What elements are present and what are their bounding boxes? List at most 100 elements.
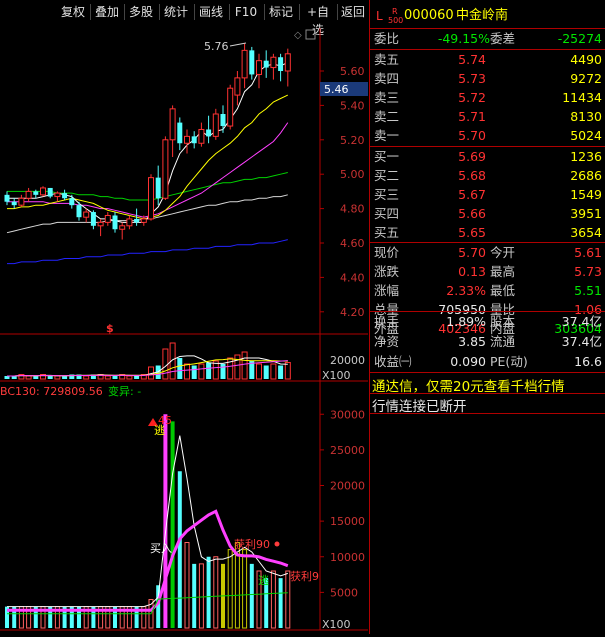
candle-body [234,77,241,96]
ann-profit-2: 获利9 [290,570,319,583]
toolbar-add-watchlist-button[interactable]: +自选 [301,3,335,37]
volume-bar [126,375,133,380]
candle-body [62,193,68,199]
quote-panel: L R 500 000060 中金岭南 委比 -49.15% 委差 -25274… [369,0,605,634]
buy-label: 买二 [374,168,400,183]
indicator-bar [270,570,276,629]
buy-row[interactable]: 买五 5.65 3654 [370,223,605,243]
sell-label: 卖五 [374,52,400,67]
stat2-label-2: 股本 [490,314,516,329]
stat-value: 0.13 [458,264,486,279]
signal-marker: $ [106,322,114,335]
stat-row: 现价 5.70 今开 5.61 [370,243,605,263]
sell-price: 5.74 [458,52,486,67]
stat2-value-2: 37.4亿 [561,314,602,329]
buy-price: 5.68 [458,168,486,183]
candle-body [90,212,96,226]
diamond-icon[interactable]: ◇ [294,30,302,41]
toolbar-mark-button[interactable]: 标记 [266,3,296,21]
volume-axis-tick: 20000 [330,354,365,367]
toolbar-back-button[interactable]: 返回 [339,3,367,21]
volume-ma-line [7,355,288,377]
price-tick-label: 4.80 [340,203,365,216]
price-tick-label: 5.00 [340,168,365,181]
indicator-tick-label: 30000 [330,408,365,421]
candle-body [177,122,183,144]
toolbar-f10-button[interactable]: F10 [231,3,261,21]
volume-bar [256,363,262,380]
mark-l: L [376,9,383,23]
candle-body [112,215,118,230]
volume-bar [134,376,140,379]
buy-volume: 3654 [570,225,602,240]
sell-volume: 5024 [570,128,602,143]
price-axis: 5.60 5.40 5.20 5.00 4.80 4.60 4.40 4.20 [320,65,365,319]
volume-bar [83,375,90,380]
candle-body [134,218,140,223]
sell-label: 卖二 [374,109,400,124]
toolbar-multistock-button[interactable]: 多股 [126,3,156,21]
volume-bar [47,376,53,379]
volume-bar [263,365,269,379]
kline-chart-svg[interactable]: ◇ 5.605.405.205.004.804.604.404.20 5.46 … [0,24,368,634]
sell-row[interactable]: 卖五 5.74 4490 [370,50,605,70]
indicator-tick-label: 5000 [330,586,358,599]
indicator-bar [170,421,175,628]
buy-row[interactable]: 买一 5.69 1236 [370,147,605,167]
sell-volume: 11434 [562,90,602,105]
weibi-label: 委比 [374,31,400,46]
sell-row[interactable]: 卖三 5.72 11434 [370,88,605,108]
price-tick-label: 4.60 [340,237,365,250]
stat2-value: 0.090 [450,354,486,369]
candle-body [278,57,284,71]
sell-price: 5.72 [458,90,486,105]
buy-row[interactable]: 买二 5.68 2686 [370,166,605,186]
toolbar-stats-button[interactable]: 统计 [161,3,191,21]
sell-row[interactable]: 卖四 5.73 9272 [370,69,605,89]
volume-unit: X100 [322,369,351,382]
moving-average-lines [6,61,289,265]
volume-bar [104,375,111,380]
candle-body [198,128,205,144]
stock-header: L R 500 000060 中金岭南 [370,6,605,26]
stat2-label-2: 流通 [490,334,516,349]
window-restore-icon[interactable] [305,29,316,40]
price-tick-label: 5.60 [340,65,365,78]
buy-row[interactable]: 买四 5.66 3951 [370,204,605,224]
volume-ma-line [7,360,288,377]
buy-volume: 1236 [570,149,602,164]
candle-body [220,114,226,127]
candle-body [256,60,262,75]
candle-body [83,211,90,218]
volume-bar [284,362,291,380]
buy-row[interactable]: 买三 5.67 1549 [370,185,605,205]
sell-row[interactable]: 卖二 5.71 8130 [370,107,605,127]
weicha-value: -25274 [557,31,602,46]
candle-body [25,190,32,199]
indicator-title: BC130: 729809.56 [0,385,103,398]
toolbar-draw-button[interactable]: 画线 [196,3,226,21]
candle-body [270,56,277,69]
sell-row[interactable]: 卖一 5.70 5024 [370,126,605,146]
order-ratio-row: 委比 -49.15% 委差 -25274 [370,29,605,49]
candle-body [11,201,17,206]
ann-escape: 逃 [154,424,165,437]
indicator-bar [198,563,204,629]
indicator-bar [278,578,283,628]
stat-value-2: 5.51 [574,283,602,298]
chart-area[interactable]: ◇ 5.60 5.40 5.20 5.00 4.80 4.60 4.40 4.20 5.46 … [0,24,368,634]
stat2-value-2: 16.6 [574,354,602,369]
promo-banner[interactable]: 通达信，仅需20元查看千档行情 [372,375,565,395]
sell-volume: 8130 [570,109,602,124]
stat2-row: 净资 3.85 流通 37.4亿 [370,332,605,352]
stat2-value: 3.85 [458,334,486,349]
volume-bar [54,375,61,380]
toolbar-fuquan-button[interactable]: 复权 [58,3,88,21]
candle-body [191,136,197,144]
buy-price: 5.66 [458,206,486,221]
volume-bar [220,364,226,379]
buy-volume: 1549 [570,187,602,202]
toolbar-overlay-button[interactable]: 叠加 [92,3,122,21]
candle-body [206,129,212,137]
candle-body [162,139,169,199]
